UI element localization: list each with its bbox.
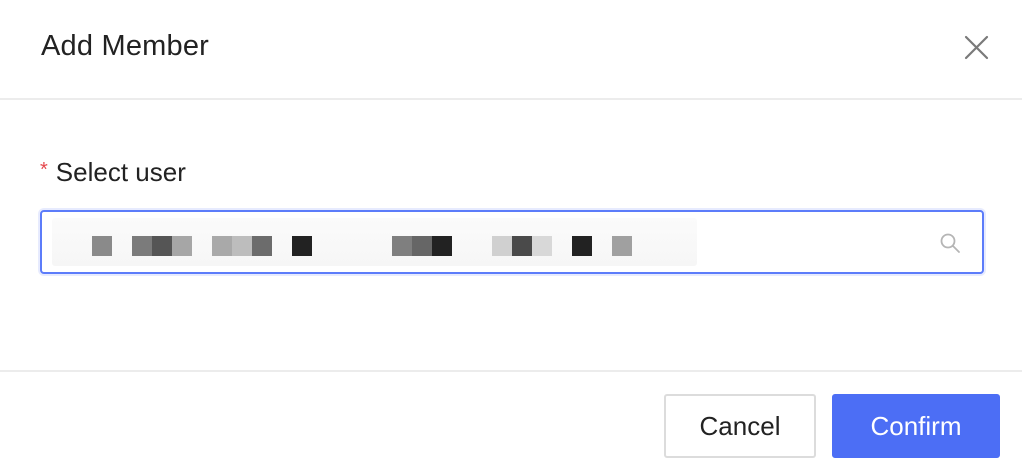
dialog-title: Add Member	[41, 30, 210, 62]
select-user-label: * Select user	[40, 156, 186, 188]
confirm-button[interactable]: Confirm	[832, 394, 1000, 458]
selected-user-value-redacted	[52, 218, 697, 266]
dialog-footer: Cancel Confirm	[0, 370, 1022, 470]
select-user-label-text: Select user	[55, 157, 186, 187]
add-member-dialog: Add Member * Select user Cancel Confirm	[0, 0, 1022, 470]
search-icon[interactable]	[938, 231, 962, 255]
user-select-input[interactable]	[40, 210, 984, 274]
required-mark: *	[40, 159, 48, 181]
cancel-button[interactable]: Cancel	[664, 394, 816, 458]
dialog-body: * Select user	[0, 100, 1022, 370]
close-button[interactable]	[958, 30, 994, 66]
dialog-header: Add Member	[0, 0, 1022, 100]
close-icon	[964, 35, 989, 60]
